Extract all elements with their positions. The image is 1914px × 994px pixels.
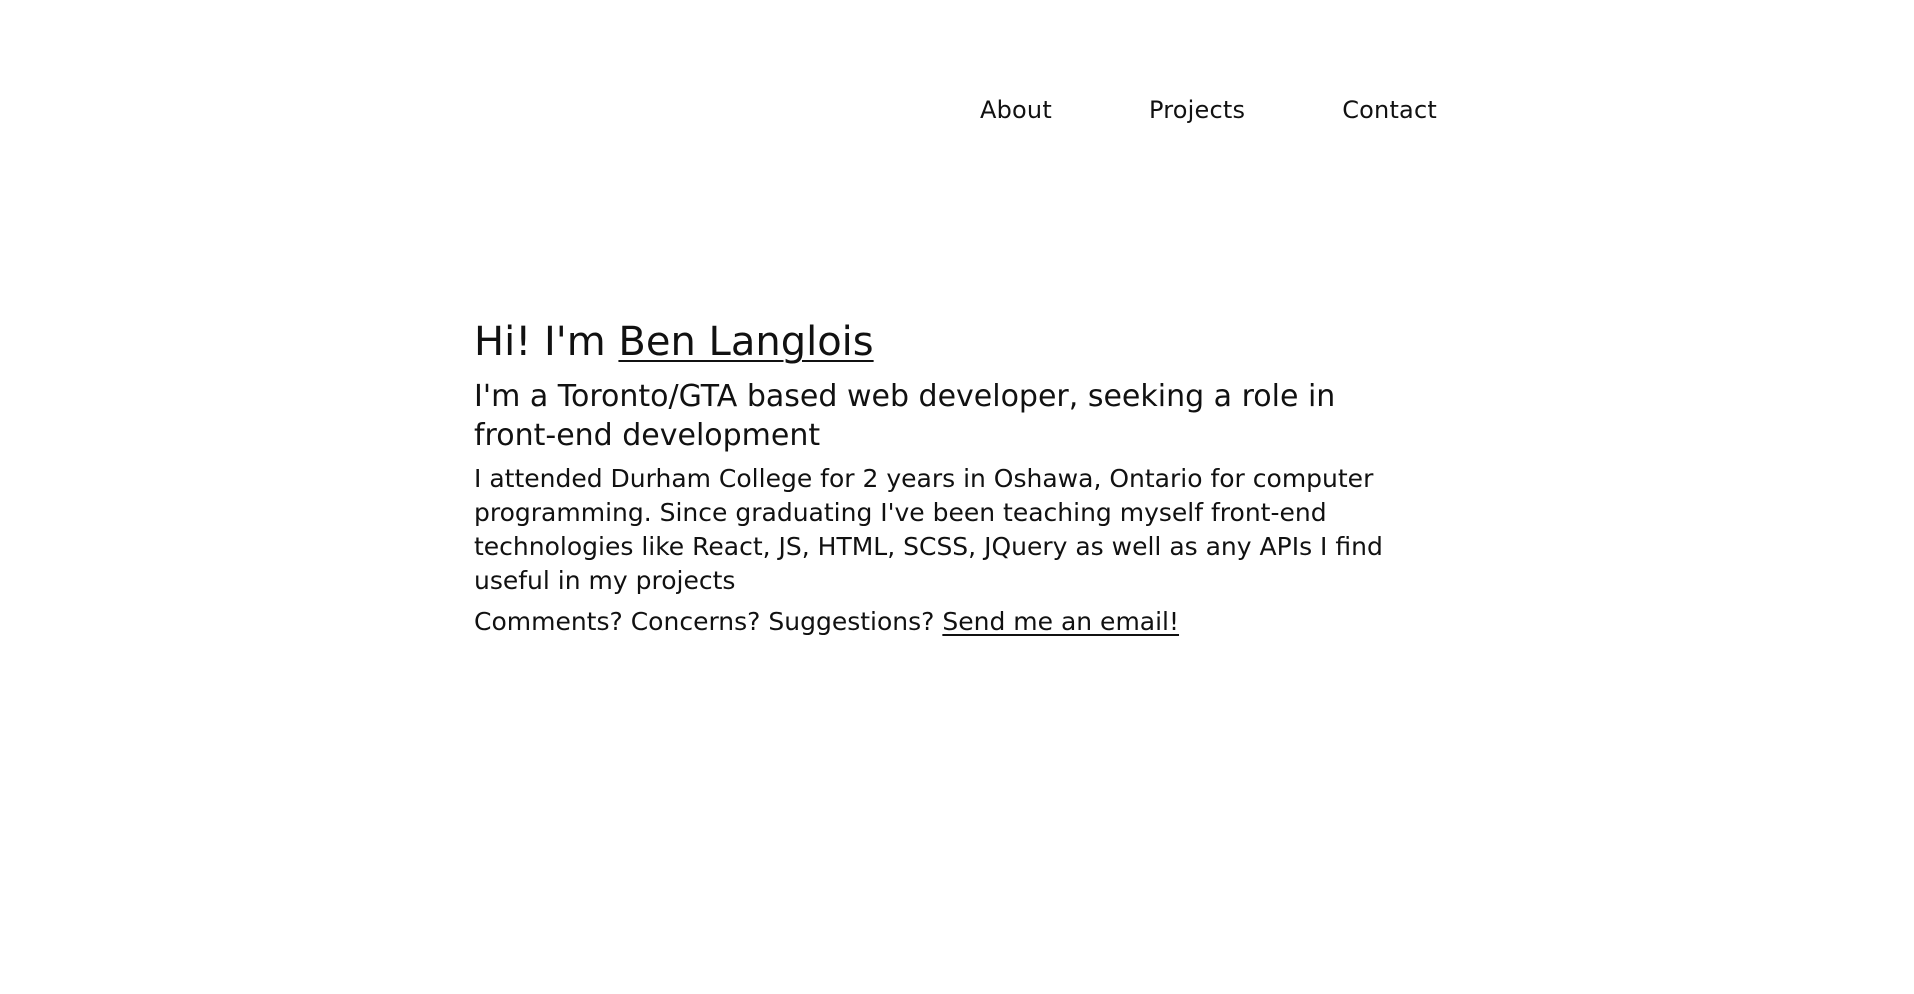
nav-about-link[interactable]: About <box>980 92 1052 128</box>
nav-projects-link[interactable]: Projects <box>1149 92 1245 128</box>
name-link[interactable]: Ben Langlois <box>618 319 873 365</box>
email-link[interactable]: Send me an email! <box>942 607 1179 636</box>
hero-subheading: I'm a Toronto/GTA based web developer, s… <box>474 379 1336 453</box>
contact-line: Comments? Concerns? Suggestions? Send me… <box>474 605 1454 639</box>
main-nav: About Projects Contact <box>980 92 1437 128</box>
portfolio-page: About Projects Contact Hi! I'm Ben Langl… <box>0 0 1914 994</box>
hero-headline: Hi! I'm Ben Langlois <box>474 316 1454 368</box>
bio-paragraph: I attended Durham College for 2 years in… <box>474 464 1383 595</box>
hero-section: Hi! I'm Ben Langlois I'm a Toronto/GTA b… <box>474 316 1454 639</box>
nav-contact-link[interactable]: Contact <box>1342 92 1437 128</box>
contact-prefix: Comments? Concerns? Suggestions? <box>474 607 943 636</box>
greeting-prefix: Hi! I'm <box>474 319 619 365</box>
